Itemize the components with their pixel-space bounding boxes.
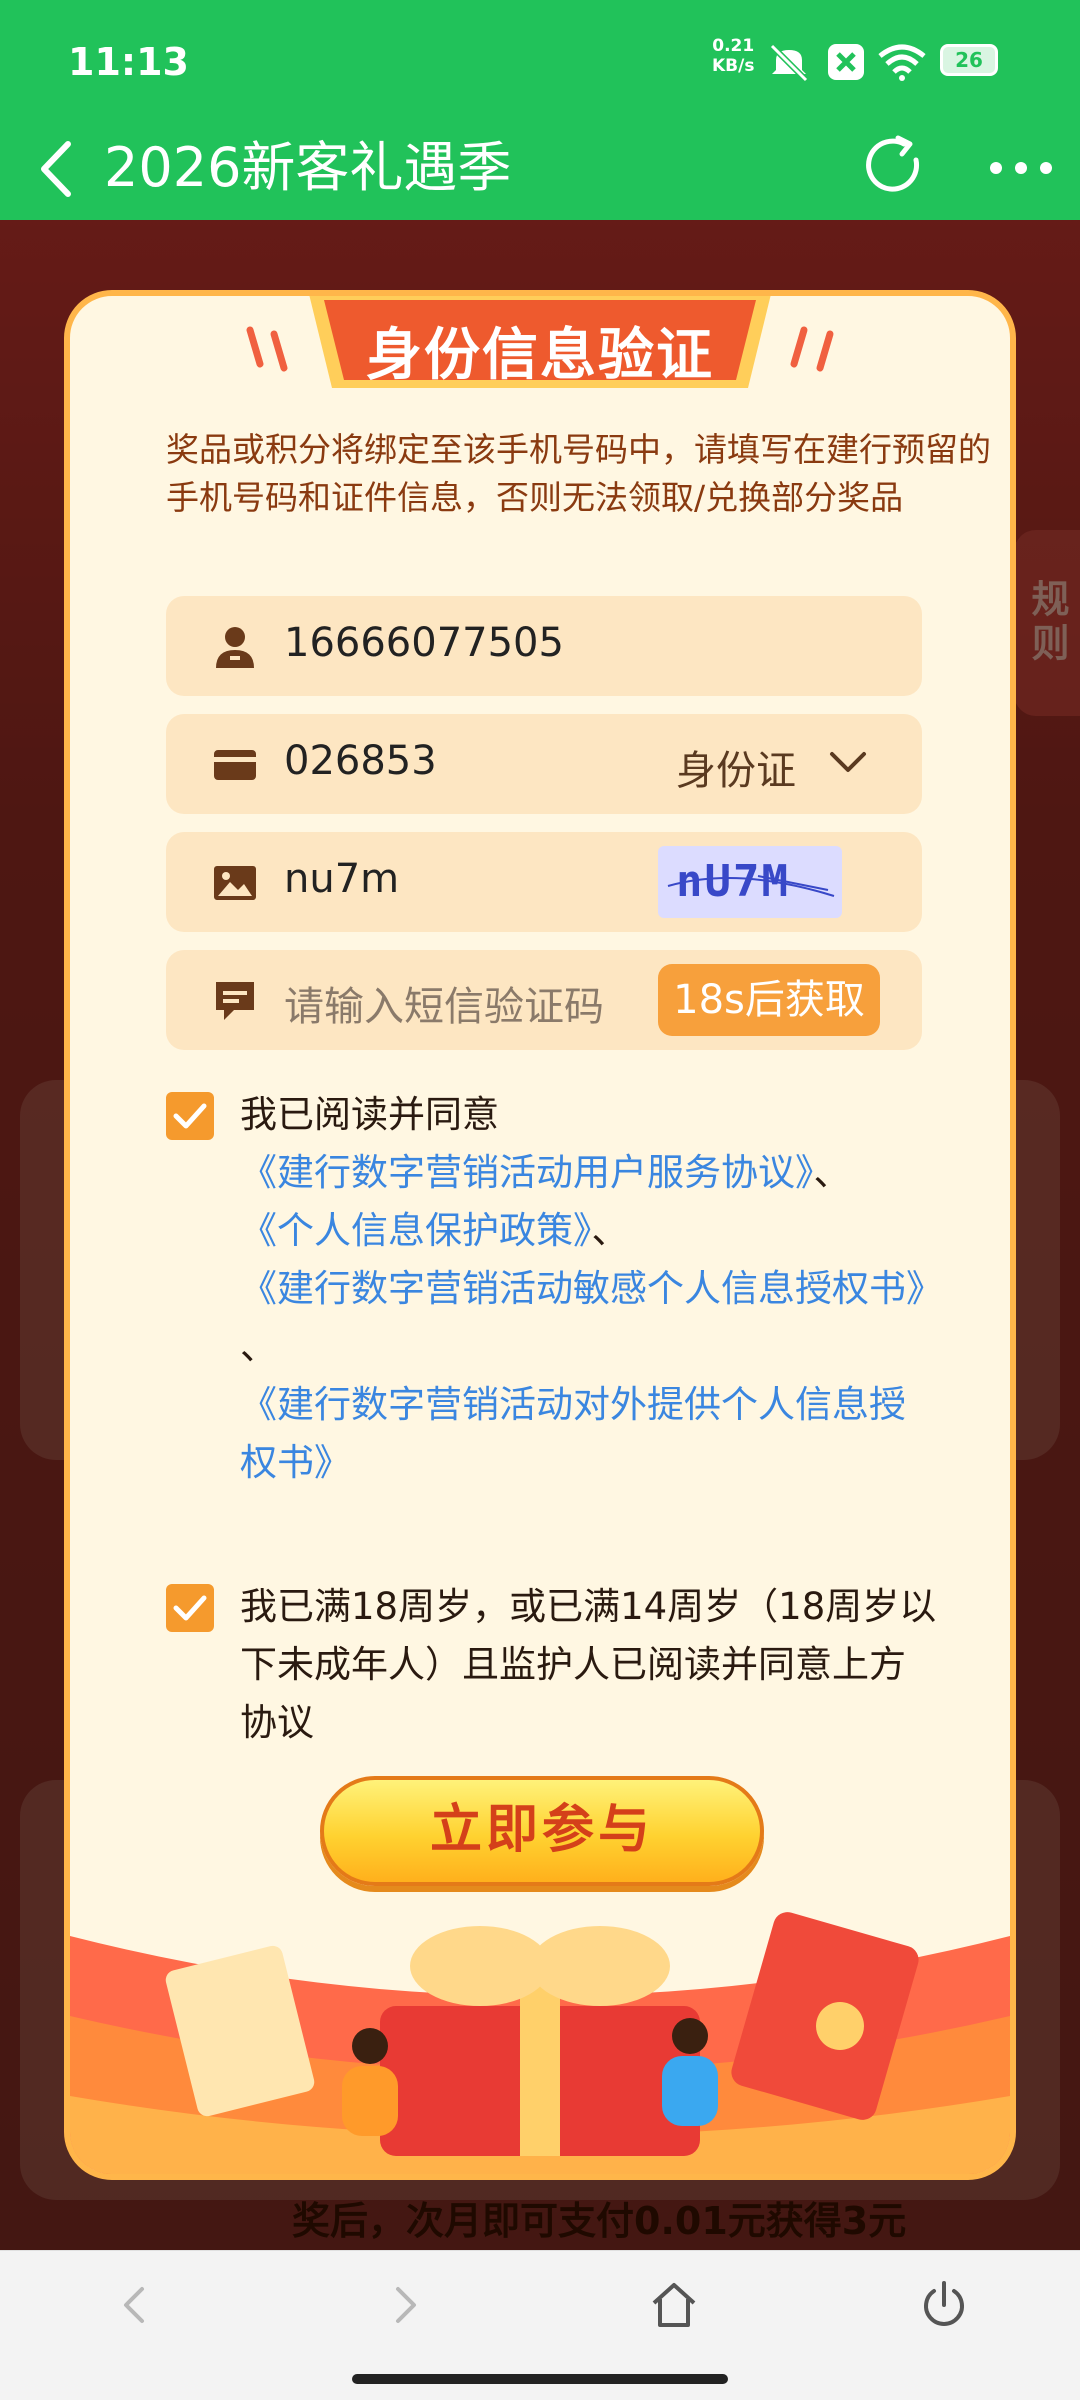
check-icon (173, 1595, 207, 1621)
browser-bottom-nav (0, 2250, 1080, 2357)
status-time: 11:13 (68, 40, 189, 84)
modal-title: 身份信息验证 (366, 323, 714, 388)
age-statement: 我已满18周岁，或已满14周岁（18周岁以下未成年人）且监护人已阅读并同意上方协… (240, 1585, 937, 1744)
wifi-icon (878, 44, 926, 81)
page-title: 2026新客礼遇季 (104, 136, 512, 199)
phone-field[interactable]: 16666077505 (166, 596, 922, 696)
power-icon[interactable] (916, 2277, 972, 2333)
sms-code-placeholder: 请输入短信验证码 (284, 984, 604, 1030)
identity-verification-modal: 身份信息验证 奖品或积分将绑定至该手机号码中，请填写在建行预留的手机号码和证件信… (64, 290, 1016, 2180)
sparkle-right-icon (790, 326, 834, 372)
status-bar: 11:13 0.21 KB/s 26 (0, 0, 1080, 118)
home-indicator[interactable] (352, 2374, 728, 2384)
id-number-value: 026853 (284, 738, 437, 784)
refresh-icon[interactable] (858, 130, 930, 202)
privacy-policy-link[interactable]: 《个人信息保护政策》 (240, 1209, 592, 1252)
net-speed-unit: KB/s (712, 56, 755, 76)
sensitive-info-authorization-link[interactable]: 《建行数字营销活动敏感个人信息授权书》 (240, 1260, 943, 1318)
check-icon (173, 1103, 207, 1129)
phone-value: 16666077505 (284, 620, 564, 666)
sparkle-left-icon (246, 326, 288, 372)
agreement-text: 我已阅读并同意 《建行数字营销活动用户服务协议》、 《个人信息保护政策》、 《建… (240, 1086, 943, 1492)
id-card-icon (214, 750, 256, 780)
get-sms-code-button[interactable]: 18s后获取 (658, 964, 880, 1036)
home-icon[interactable] (646, 2277, 702, 2333)
more-icon[interactable] (986, 138, 1056, 198)
image-icon (214, 866, 256, 900)
captcha-field[interactable]: nu7m nU7M (166, 832, 922, 932)
agreement-checkbox[interactable] (166, 1092, 214, 1140)
network-speed: 0.21 KB/s (712, 36, 754, 76)
sim-off-icon (828, 44, 864, 80)
captcha-image[interactable]: nU7M (658, 846, 842, 918)
notice-text: 奖品或积分将绑定至该手机号码中，请填写在建行预留的手机号码和证件信息，否则无法领… (166, 430, 991, 517)
chevron-down-icon[interactable] (828, 750, 868, 776)
id-number-field[interactable]: 026853 身份证 (166, 714, 922, 814)
agreement-prefix: 我已阅读并同意 (240, 1093, 499, 1136)
join-now-button[interactable]: 立即参与 (320, 1776, 764, 1886)
age-checkbox[interactable] (166, 1584, 214, 1632)
battery-icon: 26 (940, 44, 998, 76)
gift-illustration (70, 1912, 1010, 2174)
net-speed-value: 0.21 (712, 36, 755, 56)
title-bar: 2026新客礼遇季 (0, 118, 1080, 220)
nav-forward-icon[interactable] (376, 2277, 432, 2333)
captcha-noise (667, 875, 835, 897)
user-icon (216, 627, 254, 668)
separator: 、 (591, 1209, 629, 1252)
back-icon[interactable] (30, 136, 90, 202)
id-type-select[interactable]: 身份证 (676, 738, 796, 796)
message-icon (216, 982, 254, 1020)
user-service-agreement-link[interactable]: 《建行数字营销活动用户服务协议》 (240, 1151, 814, 1194)
mute-icon (769, 43, 809, 82)
separator: 、 (240, 1325, 277, 1368)
external-info-authorization-link[interactable]: 《建行数字营销活动对外提供个人信息授权书》 (240, 1376, 940, 1492)
sms-code-field[interactable]: 请输入短信验证码 18s后获取 (166, 950, 922, 1050)
nav-back-icon[interactable] (108, 2277, 164, 2333)
modal-header: 身份信息验证 (302, 296, 778, 400)
separator: 、 (813, 1151, 851, 1194)
captcha-value: nu7m (284, 856, 400, 902)
